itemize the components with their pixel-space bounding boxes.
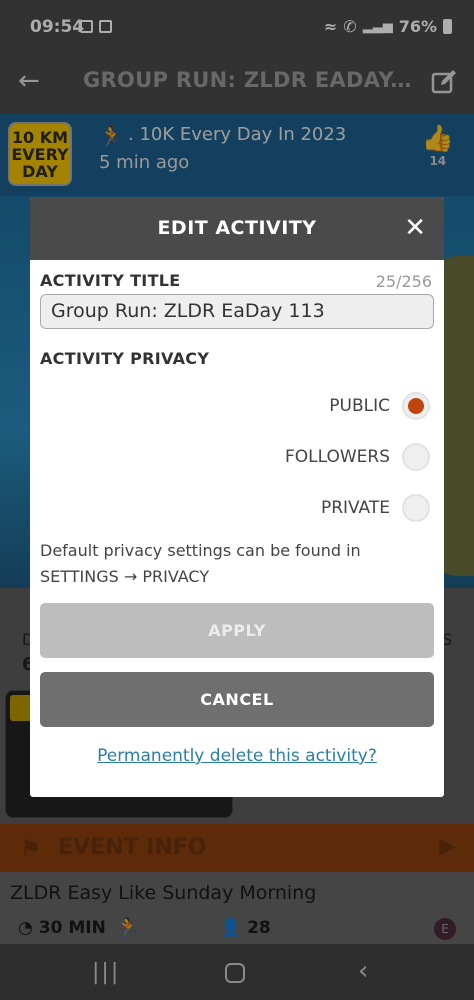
dialog-title: EDIT ACTIVITY <box>157 217 317 239</box>
delete-activity-link[interactable]: Permanently delete this activity? <box>30 746 444 766</box>
privacy-option-private[interactable]: PRIVATE <box>321 494 430 522</box>
public-radio[interactable] <box>402 392 430 420</box>
privacy-option-label: PUBLIC <box>329 396 390 416</box>
close-icon[interactable]: ✕ <box>404 213 426 243</box>
privacy-option-public[interactable]: PUBLIC <box>329 392 430 420</box>
activity-title-label: ACTIVITY TITLE <box>40 271 181 290</box>
activity-privacy-label: ACTIVITY PRIVACY <box>40 349 210 368</box>
privacy-option-followers[interactable]: FOLLOWERS <box>285 443 430 471</box>
followers-radio[interactable] <box>402 443 430 471</box>
edit-activity-dialog: EDIT ACTIVITY ✕ ACTIVITY TITLE 25/256 Gr… <box>30 197 444 797</box>
privacy-option-label: PRIVATE <box>320 498 390 518</box>
dialog-header: EDIT ACTIVITY ✕ <box>30 197 444 260</box>
apply-button[interactable]: APPLY <box>40 603 434 658</box>
private-radio[interactable] <box>402 494 430 522</box>
privacy-option-label: FOLLOWERS <box>284 447 390 467</box>
privacy-note: Default privacy settings can be found in… <box>40 541 361 586</box>
activity-title-input[interactable]: Group Run: ZLDR EaDay 113 <box>40 294 434 329</box>
radio-selected-dot <box>408 398 424 414</box>
cancel-button[interactable]: CANCEL <box>40 672 434 727</box>
character-count: 25/256 <box>375 272 432 291</box>
